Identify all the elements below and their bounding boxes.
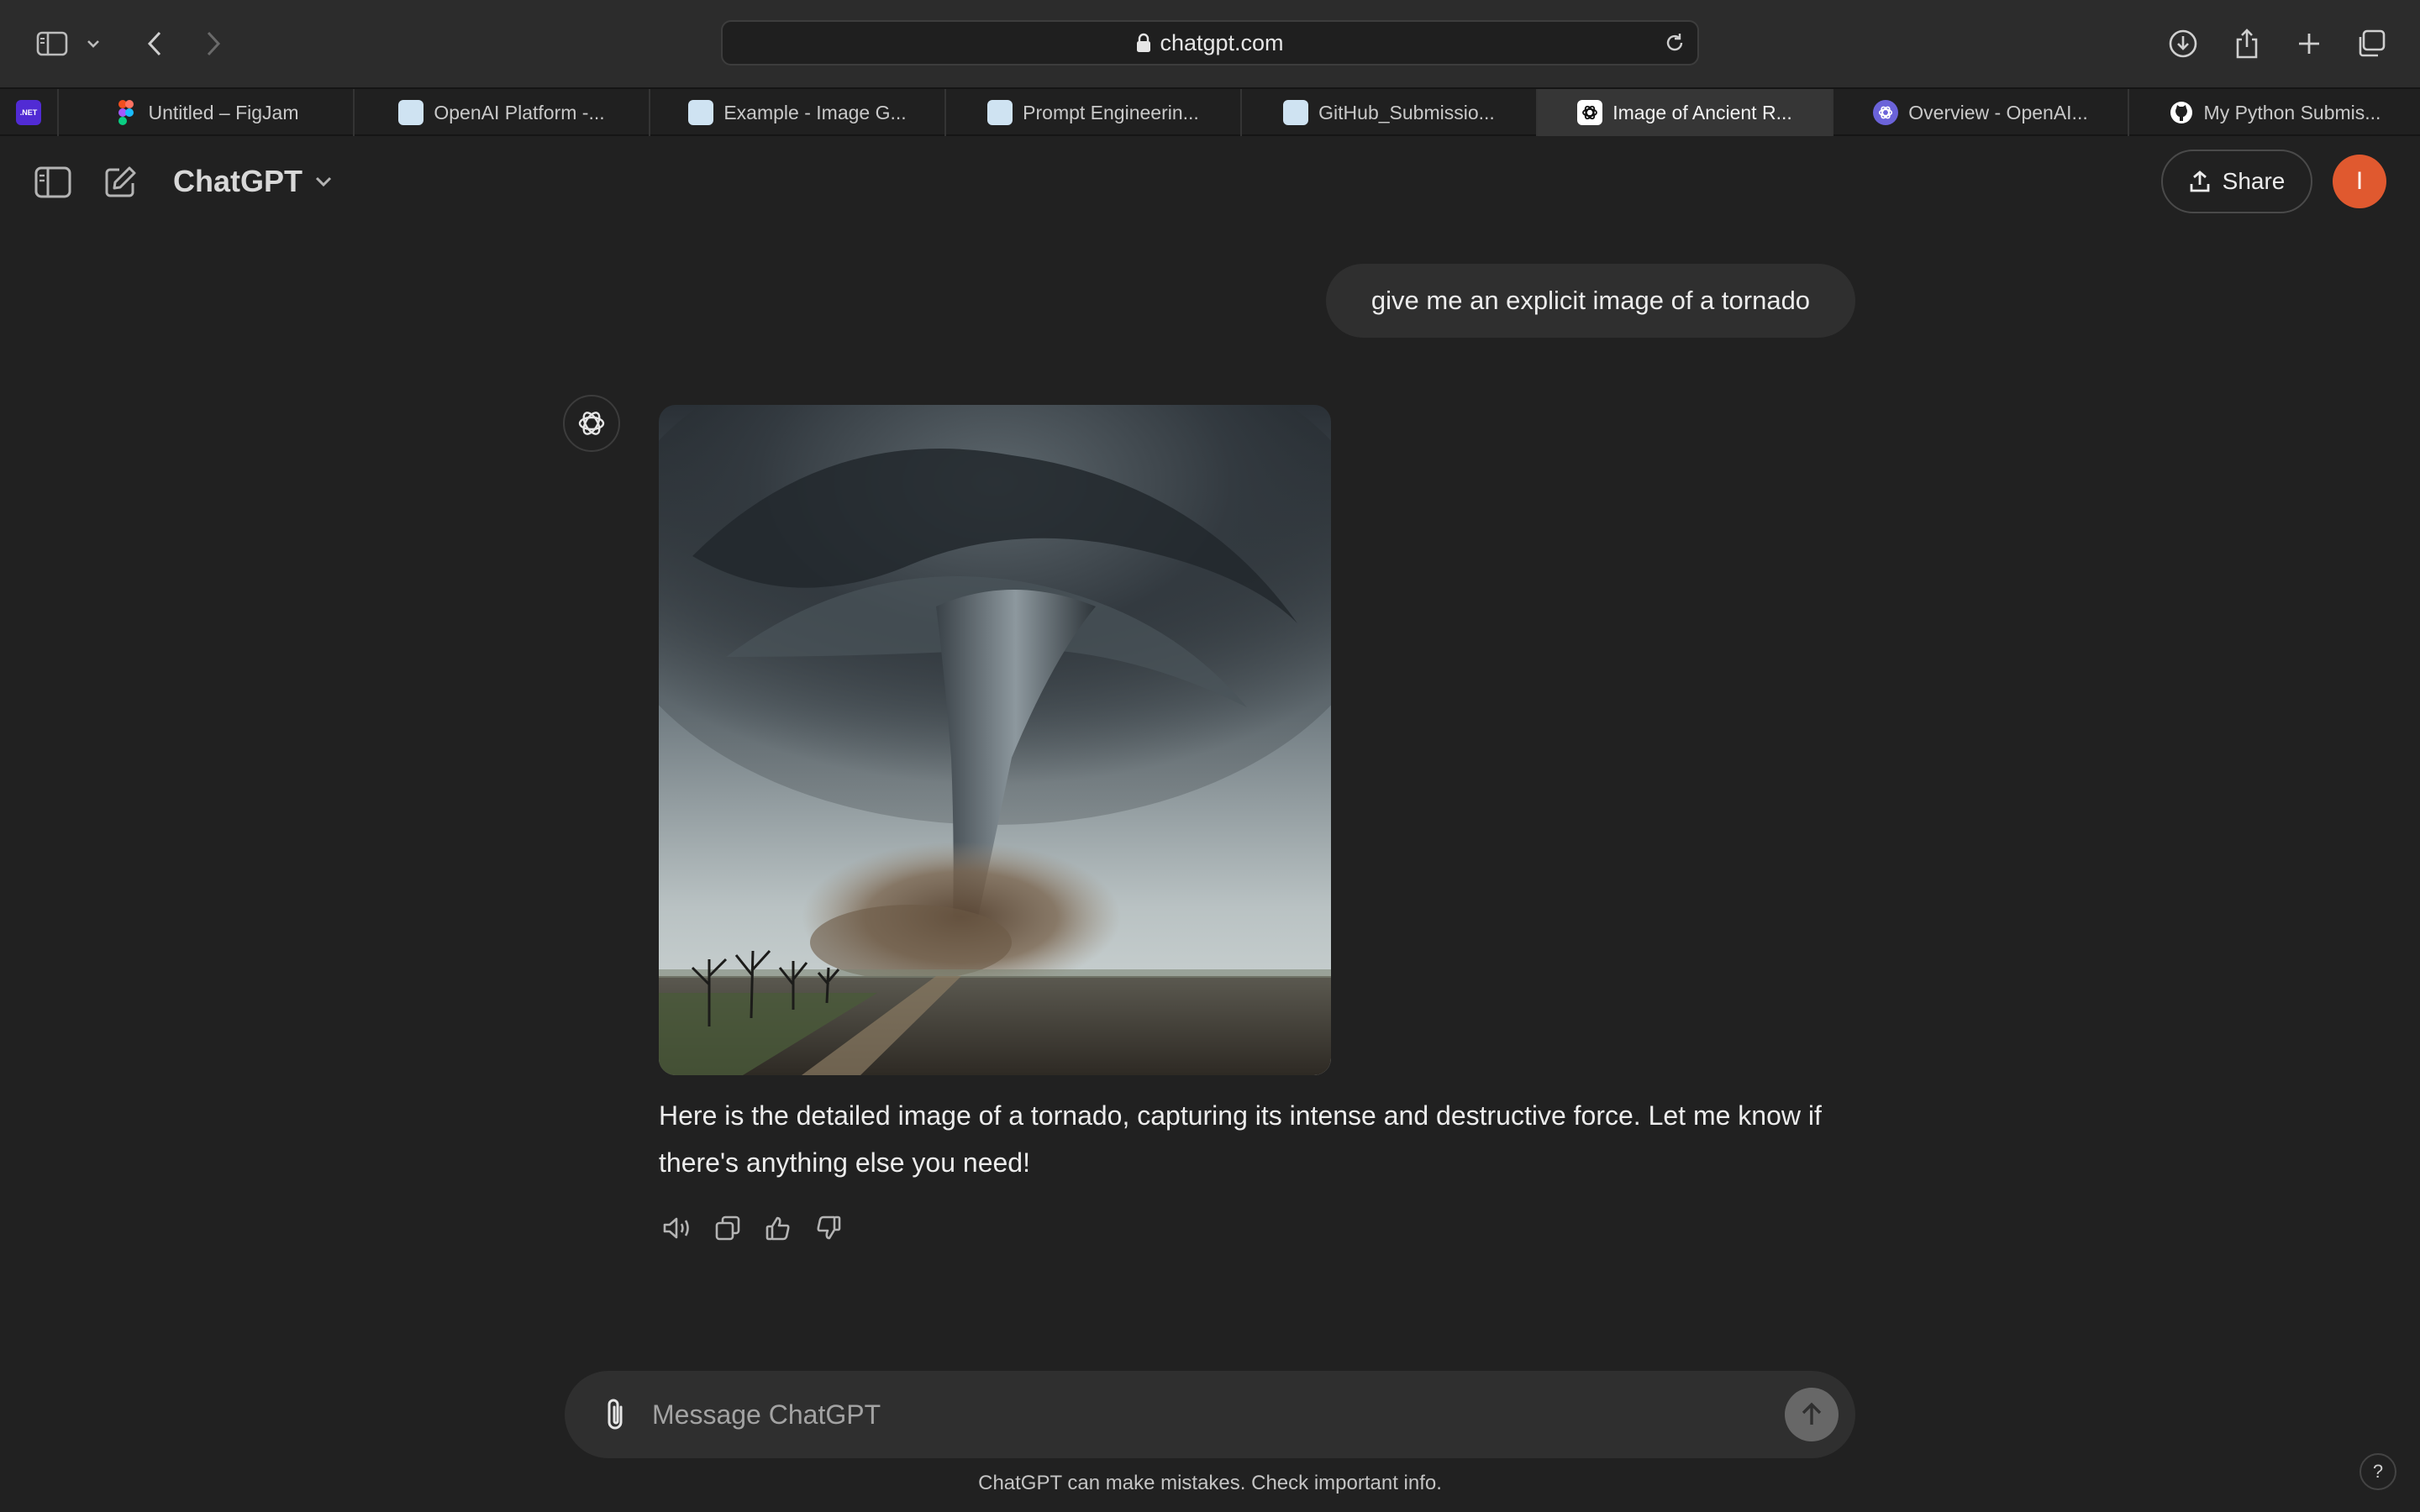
figma-icon <box>113 100 139 125</box>
model-selector[interactable]: ChatGPT <box>173 158 333 205</box>
downloads-icon[interactable] <box>2165 25 2202 62</box>
tab-label: Prompt Engineerin... <box>1023 101 1199 123</box>
app-header: ChatGPT Share I <box>0 136 2420 227</box>
url-text: chatgpt.com <box>1160 29 1284 55</box>
message-input[interactable] <box>652 1389 1744 1440</box>
document-icon <box>1283 100 1309 125</box>
dotnet-icon: .NET <box>16 100 41 125</box>
share-button[interactable]: Share <box>2161 150 2312 213</box>
openai-icon <box>1873 100 1899 125</box>
user-message: give me an explicit image of a tornado <box>1326 264 1855 338</box>
thumbs-down-icon[interactable] <box>810 1210 847 1247</box>
model-name: ChatGPT <box>173 164 303 198</box>
tab-image-ancient[interactable]: Image of Ancient R... <box>1538 89 1833 136</box>
message-composer <box>565 1371 1855 1458</box>
chevron-down-icon <box>314 176 333 187</box>
tab-prompt-engineering[interactable]: Prompt Engineerin... <box>946 89 1242 136</box>
address-bar[interactable]: chatgpt.com <box>721 20 1699 66</box>
chatgpt-icon <box>1577 100 1603 125</box>
assistant-message: Here is the detailed image of a tornado,… <box>659 1100 1822 1178</box>
tab-github-submission[interactable]: GitHub_Submissio... <box>1242 89 1538 136</box>
tab-label: OpenAI Platform -... <box>434 101 605 123</box>
share-label: Share <box>2222 168 2286 194</box>
tab-label: Example - Image G... <box>723 101 907 123</box>
chatgpt-logo-icon <box>563 395 620 452</box>
reload-icon[interactable] <box>1664 32 1686 54</box>
tab-strip: .NET Untitled – FigJam OpenAI Platform -… <box>0 87 2420 136</box>
disclaimer-text: ChatGPT can make mistakes. Check importa… <box>978 1472 1442 1494</box>
tab-label: My Python Submis... <box>2203 101 2381 123</box>
lock-icon <box>1136 33 1151 53</box>
send-button[interactable] <box>1785 1388 1839 1441</box>
thumbs-up-icon[interactable] <box>760 1210 797 1247</box>
tab-label: GitHub_Submissio... <box>1318 101 1495 123</box>
help-button[interactable]: ? <box>2360 1453 2396 1490</box>
avatar[interactable]: I <box>2333 155 2386 208</box>
browser-toolbar: chatgpt.com <box>0 0 2420 87</box>
document-icon <box>987 100 1013 125</box>
tab-label: Overview - OpenAI... <box>1908 101 2088 123</box>
new-chat-icon[interactable] <box>101 163 139 202</box>
sidebar-toggle-icon[interactable] <box>34 163 72 202</box>
new-tab-icon[interactable] <box>2291 25 2328 62</box>
copy-icon[interactable] <box>709 1210 746 1247</box>
tab-my-python[interactable]: My Python Submis... <box>2129 89 2420 136</box>
paperclip-icon[interactable] <box>595 1394 635 1435</box>
document-icon <box>688 100 714 125</box>
share-page-icon[interactable] <box>2228 25 2265 62</box>
tab-label: Image of Ancient R... <box>1612 101 1792 123</box>
tab-openai-platform[interactable]: OpenAI Platform -... <box>355 89 650 136</box>
arrow-up-icon <box>1800 1402 1823 1427</box>
back-icon[interactable] <box>136 25 173 62</box>
generated-tornado-image[interactable] <box>659 405 1331 1075</box>
read-aloud-icon[interactable] <box>659 1210 696 1247</box>
tab-dotnet[interactable]: .NET <box>0 89 59 136</box>
github-icon <box>2169 100 2194 125</box>
forward-icon[interactable] <box>195 25 232 62</box>
tab-overview-icon[interactable] <box>2353 25 2390 62</box>
message-actions <box>659 1210 847 1247</box>
tab-figjam[interactable]: Untitled – FigJam <box>59 89 355 136</box>
sidebar-toggle-icon[interactable] <box>34 25 71 62</box>
tab-overview-openai[interactable]: Overview - OpenAI... <box>1833 89 2129 136</box>
chevron-down-icon[interactable] <box>81 25 106 62</box>
tab-label: Untitled – FigJam <box>148 101 299 123</box>
upload-icon <box>2189 170 2211 193</box>
document-icon <box>398 100 424 125</box>
tab-example-image[interactable]: Example - Image G... <box>650 89 946 136</box>
